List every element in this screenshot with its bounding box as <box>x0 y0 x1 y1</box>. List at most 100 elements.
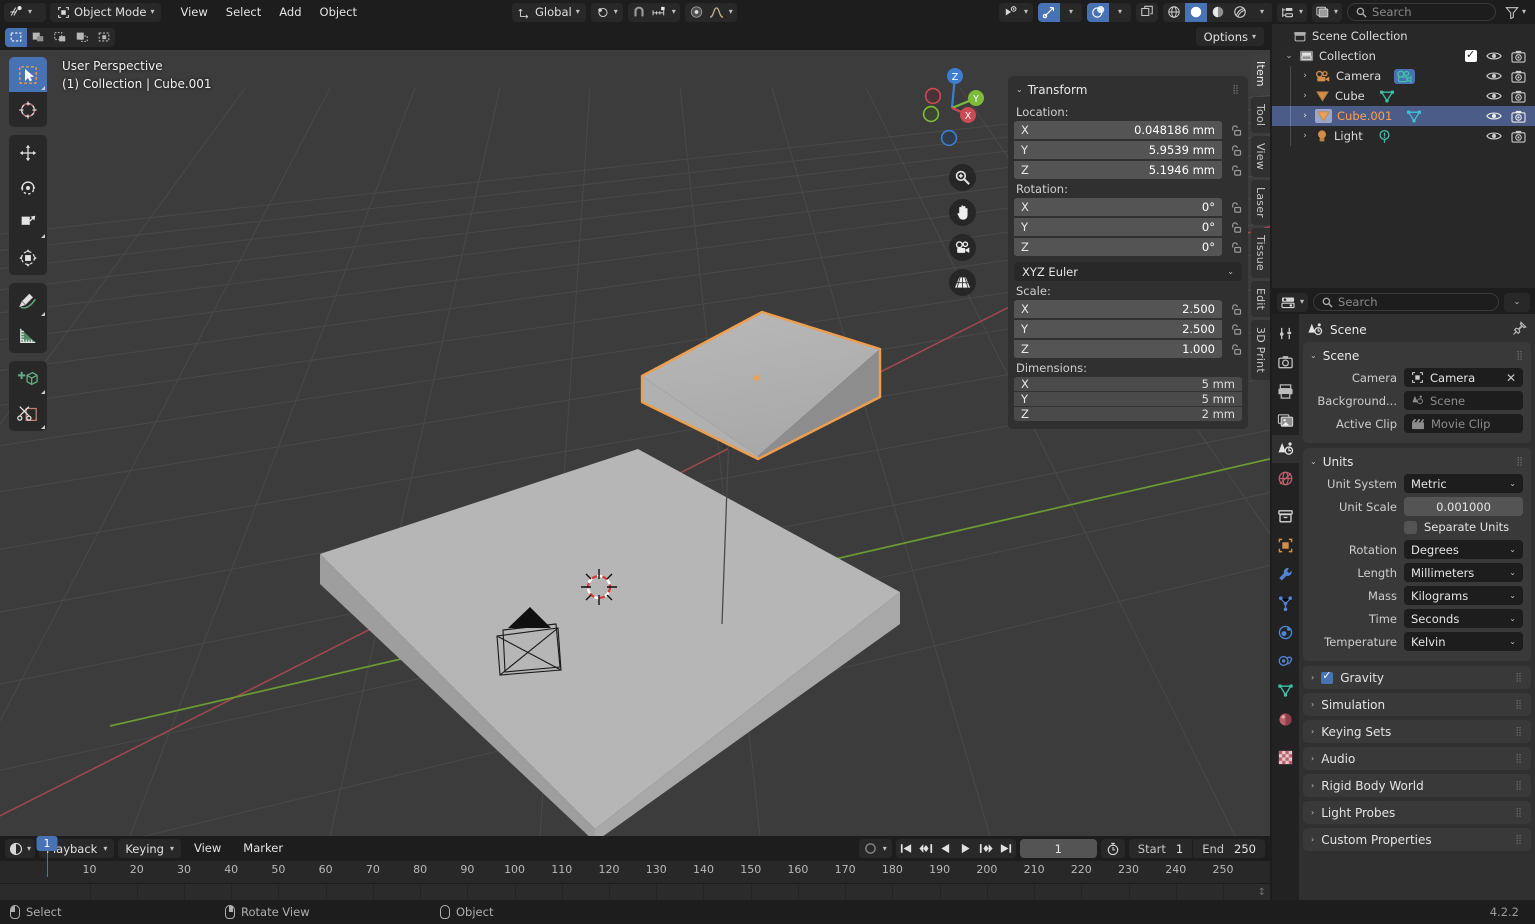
proportional-editing-group[interactable]: ▾ <box>684 2 737 22</box>
overlay-toggle-group[interactable]: ▾ <box>1087 2 1131 22</box>
expand-triangle-cube-001[interactable]: › <box>1300 111 1310 121</box>
tab-material-properties[interactable] <box>1272 705 1299 733</box>
sidebar-tab-edit[interactable]: Edit <box>1251 280 1270 317</box>
start-frame-field[interactable]: Start 1 <box>1129 839 1192 858</box>
gravity-enable-checkbox[interactable] <box>1321 669 1334 684</box>
menu-select[interactable]: Select <box>217 3 270 22</box>
expand-triangle-camera[interactable]: › <box>1300 71 1310 81</box>
current-frame-field[interactable]: 1 <box>1019 839 1097 858</box>
tab-modifier-properties[interactable] <box>1272 560 1299 588</box>
outliner-row-cube[interactable]: › Cube <box>1272 86 1535 106</box>
units-panel-header[interactable]: ⌄ Units ⣿ <box>1303 451 1531 473</box>
show-overlays-button[interactable] <box>1087 2 1109 22</box>
lock-location-z-button[interactable] <box>1228 164 1242 177</box>
lock-scale-x-button[interactable] <box>1228 303 1242 316</box>
outliner-row-light[interactable]: › Light <box>1272 126 1535 146</box>
zoom-button[interactable] <box>949 164 976 191</box>
audio-panel-header[interactable]: › Audio ⣿ <box>1303 747 1531 770</box>
separate-units-checkbox[interactable] <box>1404 520 1417 534</box>
options-button[interactable]: Options ▾ <box>1195 27 1264 46</box>
light-probes-panel-header[interactable]: › Light Probes ⣿ <box>1303 801 1531 824</box>
play-button[interactable] <box>956 839 976 858</box>
properties-search-input[interactable]: Search <box>1313 293 1499 311</box>
scene-background-field[interactable]: Scene <box>1404 391 1523 410</box>
rotation-units-dropdown[interactable]: Degrees ⌄ <box>1404 540 1523 559</box>
scale-x-field[interactable]: X 2.500 <box>1014 300 1222 318</box>
scale-y-field[interactable]: Y 2.500 <box>1014 320 1222 338</box>
properties-options-button[interactable]: ⌄ <box>1504 292 1530 312</box>
tab-object-properties[interactable] <box>1272 531 1299 559</box>
rotate-tool-button[interactable] <box>9 170 47 205</box>
outliner-row-scene-collection[interactable]: › Scene Collection <box>1272 26 1535 46</box>
shading-material-button[interactable] <box>1207 3 1229 22</box>
move-tool-button[interactable] <box>9 135 47 170</box>
eye-icon[interactable] <box>1486 50 1502 62</box>
custom-properties-panel-header[interactable]: › Custom Properties ⣿ <box>1303 828 1531 851</box>
cursor-tool-button[interactable] <box>9 92 47 127</box>
timeline-editor[interactable]: ▾ Playback ▾ Keying ▾ View Marker ▾ 1 St… <box>0 836 1270 919</box>
tab-render-properties[interactable] <box>1272 348 1299 376</box>
pin-icon[interactable] <box>1512 321 1527 339</box>
pan-button[interactable] <box>949 199 976 226</box>
tab-collection-properties[interactable] <box>1272 502 1299 530</box>
mesh-data-icon[interactable] <box>1379 89 1395 104</box>
xray-toggle-button[interactable] <box>1136 2 1158 22</box>
lock-rotation-z-button[interactable] <box>1228 241 1242 254</box>
annotate-tool-button[interactable] <box>9 283 47 318</box>
tab-view-layer-properties[interactable] <box>1272 406 1299 434</box>
location-x-field[interactable]: X 0.048186 mm <box>1014 121 1222 139</box>
camera-render-icon[interactable] <box>1511 50 1526 63</box>
tab-texture-properties[interactable] <box>1272 743 1299 771</box>
shading-rendered-button[interactable] <box>1229 3 1251 22</box>
eye-icon[interactable] <box>1486 90 1502 102</box>
camera-render-icon[interactable] <box>1511 70 1526 83</box>
shading-options-button[interactable]: ▾ <box>1251 3 1273 22</box>
outliner-editor-type-button[interactable]: ▾ <box>1277 2 1308 22</box>
timeline-editor-type-button[interactable]: ▾ <box>5 839 36 858</box>
clear-camera-icon[interactable]: ✕ <box>1506 371 1516 385</box>
prev-keyframe-button[interactable] <box>916 839 936 858</box>
light-data-icon[interactable] <box>1377 129 1392 144</box>
add-cube-tool-button[interactable] <box>9 361 47 396</box>
timeline-playhead[interactable]: 1 <box>36 836 68 877</box>
gravity-panel-header[interactable]: › Gravity ⣿ <box>1303 666 1531 689</box>
outliner-row-camera[interactable]: › Camera <box>1272 66 1535 86</box>
length-units-dropdown[interactable]: Millimeters ⌄ <box>1404 563 1523 582</box>
transform-panel-header[interactable]: ⌄ Transform ⣿ <box>1014 80 1242 103</box>
scene-active-clip-field[interactable]: Movie Clip <box>1404 414 1523 433</box>
shading-mode-group[interactable]: ▾ <box>1163 2 1273 22</box>
pivot-point-selector[interactable]: ▾ <box>590 2 623 22</box>
tab-output-properties[interactable] <box>1272 377 1299 405</box>
scale-z-field[interactable]: Z 1.000 <box>1014 340 1222 358</box>
dimensions-x-field[interactable]: X 5 mm <box>1014 377 1242 391</box>
3d-viewport[interactable]: Options ▾ User Perspective (1) Collectio… <box>0 24 1270 836</box>
shading-wireframe-button[interactable] <box>1163 3 1185 22</box>
separate-units-control[interactable]: Separate Units <box>1404 520 1523 534</box>
snapping-group[interactable]: ▾ <box>627 2 680 22</box>
menu-view[interactable]: View <box>171 3 216 22</box>
transform-tool-button[interactable] <box>9 240 47 275</box>
transform-orientation-selector[interactable]: Global ▾ <box>512 2 586 22</box>
visibility-selector[interactable]: ▾ <box>998 2 1033 22</box>
camera-view-button[interactable] <box>949 234 976 261</box>
sidebar-tab-tissue[interactable]: Tissue <box>1251 227 1270 278</box>
rotation-x-field[interactable]: X 0° <box>1014 198 1222 216</box>
lock-rotation-x-button[interactable] <box>1228 201 1242 214</box>
lock-location-y-button[interactable] <box>1228 144 1242 157</box>
sidebar-tab-3d-print[interactable]: 3D Print <box>1251 319 1270 380</box>
editor-type-selector[interactable]: ▾ <box>4 2 46 22</box>
time-units-dropdown[interactable]: Seconds ⌄ <box>1404 609 1523 628</box>
lock-scale-y-button[interactable] <box>1228 323 1242 336</box>
eye-icon[interactable] <box>1486 110 1502 122</box>
lock-rotation-y-button[interactable] <box>1228 221 1242 234</box>
gizmo-toggle-group[interactable]: ▾ <box>1038 2 1082 22</box>
location-z-field[interactable]: Z 5.1946 mm <box>1014 161 1222 179</box>
jump-to-start-button[interactable] <box>896 839 916 858</box>
rotation-y-field[interactable]: Y 0° <box>1014 218 1222 236</box>
tab-particles-properties[interactable] <box>1272 589 1299 617</box>
rotation-z-field[interactable]: Z 0° <box>1014 238 1222 256</box>
tab-constraint-properties[interactable] <box>1272 647 1299 675</box>
outliner-row-cube-001[interactable]: › Cube.001 <box>1272 106 1535 126</box>
select-subtract-button[interactable] <box>71 28 93 47</box>
use-preview-range-button[interactable] <box>1100 839 1125 858</box>
